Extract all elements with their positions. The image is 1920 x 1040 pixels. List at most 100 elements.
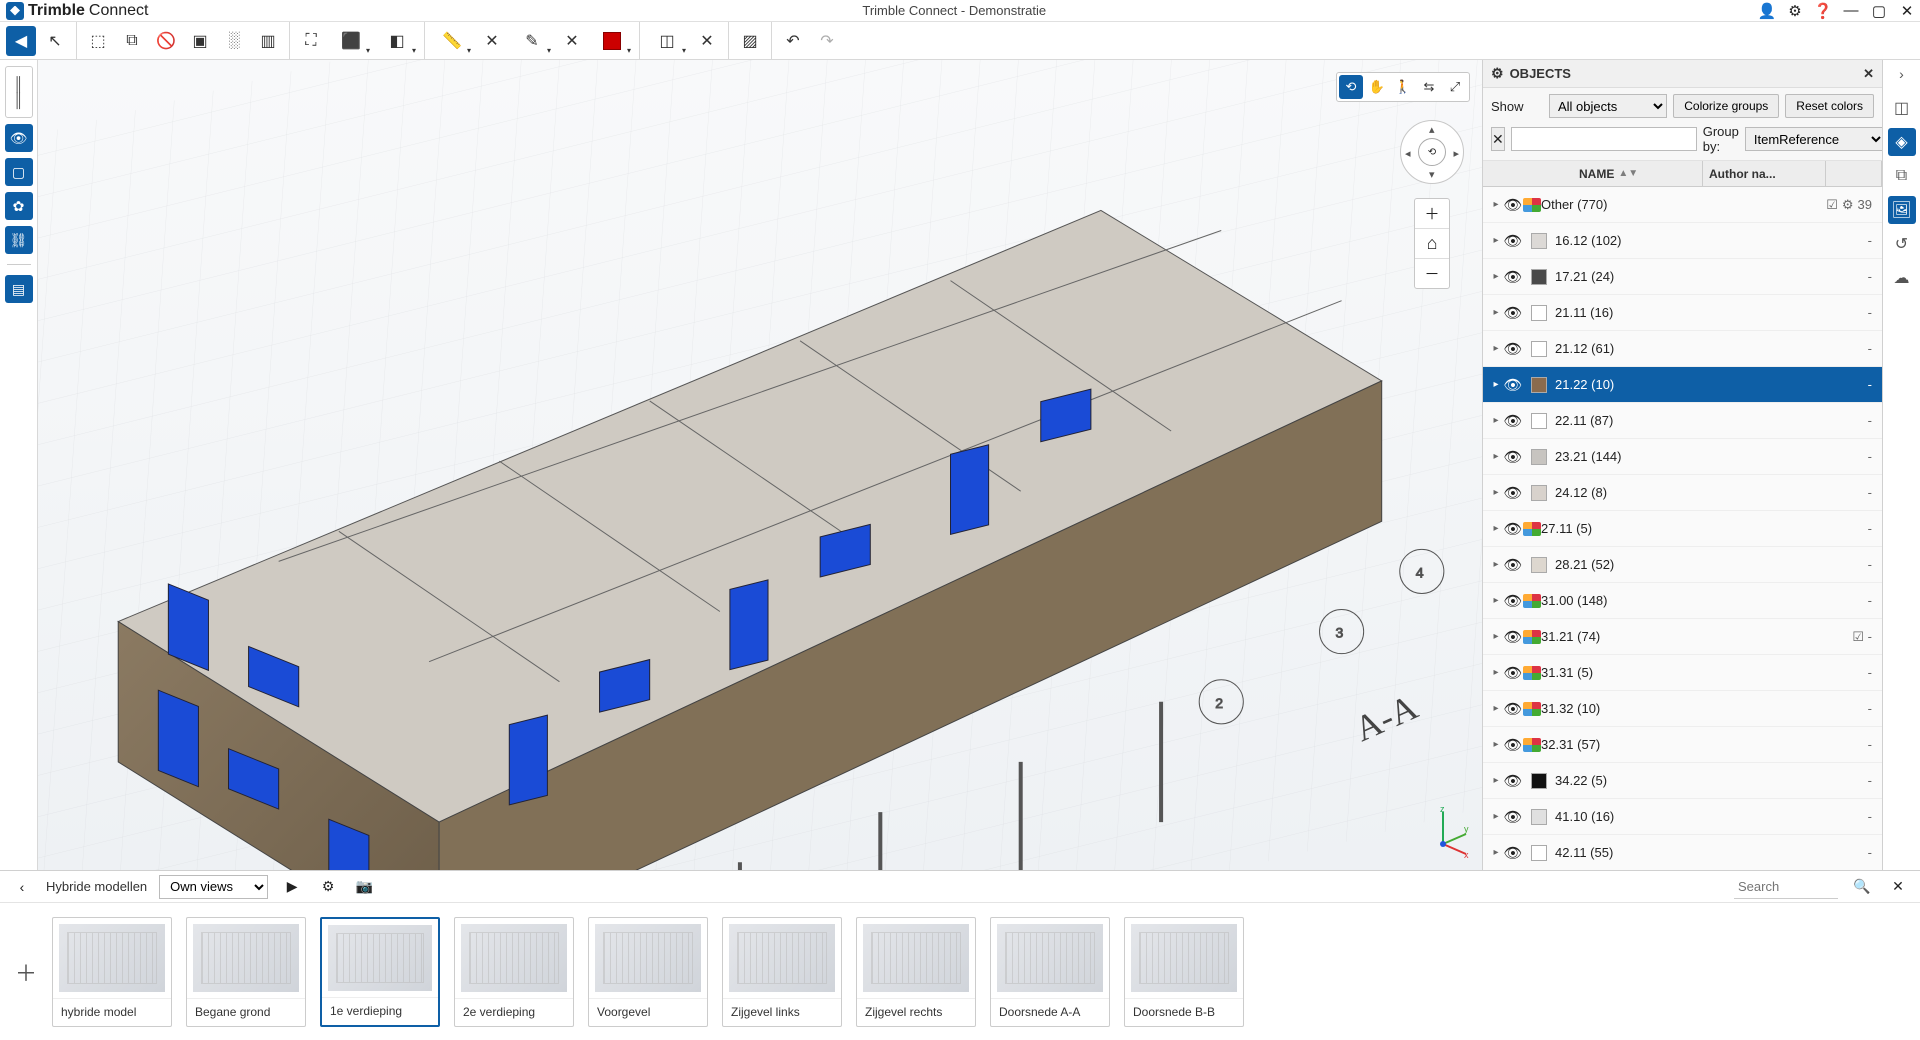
redo-icon[interactable]: ↷	[812, 26, 842, 56]
settings-icon[interactable]: ⚙	[1788, 4, 1802, 18]
object-row[interactable]: ▸👁21.12 (61)-	[1483, 331, 1882, 367]
section-box-icon[interactable]: ⬛▾	[330, 26, 372, 56]
reset-colors-button[interactable]: Reset colors	[1785, 94, 1874, 118]
tab-views-icon[interactable]: 🖼	[1888, 196, 1916, 224]
object-row[interactable]: ▸👁21.11 (16)-	[1483, 295, 1882, 331]
object-row[interactable]: ▸👁21.22 (10)-	[1483, 367, 1882, 403]
add-view-icon[interactable]: ＋	[14, 960, 38, 984]
select-rect-icon[interactable]: ⬚	[83, 26, 113, 56]
view-thumbnail[interactable]: 2e verdieping	[454, 917, 574, 1027]
ghost-icon[interactable]: ░	[219, 26, 249, 56]
fullscreen-icon[interactable]: ⤢	[1443, 75, 1467, 99]
orbit-pad[interactable]: ⟲ ▴ ▾ ◂ ▸	[1400, 120, 1464, 184]
markup-delete-icon[interactable]: ✕	[557, 26, 587, 56]
select-add-icon[interactable]: ⧉	[117, 26, 147, 56]
back-button[interactable]: ◀	[6, 26, 36, 56]
select-arrow[interactable]: ↖	[40, 26, 70, 56]
panel-collapse-icon[interactable]: ›	[1899, 66, 1904, 88]
object-row[interactable]: ▸👁16.12 (102)-	[1483, 223, 1882, 259]
object-row[interactable]: ▸👁23.21 (144)-	[1483, 439, 1882, 475]
3d-viewport[interactable]: 2 3 4 A-A ⟲ ✋ 🚶 ⇆ ⤢ ⟲ ▴ ▾ ◂ ▸ ＋	[38, 60, 1482, 870]
measure-icon[interactable]: 📏▾	[431, 26, 473, 56]
view-thumbnail[interactable]: Doorsnede B-B	[1124, 917, 1244, 1027]
tab-cloud-icon[interactable]: ☁	[1888, 264, 1916, 292]
views-settings-icon[interactable]: ⚙	[316, 875, 340, 899]
views-mode-dropdown[interactable]: Own views	[159, 875, 268, 899]
user-icon[interactable]: 👤	[1760, 4, 1774, 18]
ruler-icon[interactable]: ║║	[5, 66, 33, 118]
document-title: Trimble Connect - Demonstratie	[149, 3, 1761, 18]
views-back-icon[interactable]: ‹	[10, 875, 34, 899]
layers-icon[interactable]: ▤	[5, 275, 33, 303]
visibility-icon[interactable]: 👁	[5, 124, 33, 152]
object-row[interactable]: ▸👁42.11 (55)-	[1483, 835, 1882, 870]
close-icon[interactable]: ✕	[1900, 4, 1914, 18]
col-author[interactable]: Author na...	[1703, 161, 1826, 186]
markup-pen-icon[interactable]: ✎▾	[511, 26, 553, 56]
clear-search-icon[interactable]: ✕	[1491, 127, 1505, 151]
object-row[interactable]: ▸👁17.21 (24)-	[1483, 259, 1882, 295]
link-icon[interactable]: ⛓	[5, 226, 33, 254]
undo-icon[interactable]: ↶	[778, 26, 808, 56]
show-dropdown[interactable]: All objects	[1549, 94, 1667, 118]
object-row[interactable]: ▸👁Other (770)☑⚙39	[1483, 187, 1882, 223]
views-breadcrumb[interactable]: Hybride modellen	[46, 879, 147, 894]
object-row[interactable]: ▸👁32.31 (57)-	[1483, 727, 1882, 763]
camera-icon[interactable]: 📷	[352, 875, 376, 899]
view-thumbnail[interactable]: Doorsnede A-A	[990, 917, 1110, 1027]
model-box-icon[interactable]: ▢	[5, 158, 33, 186]
panel-close-icon[interactable]: ✕	[1863, 66, 1874, 82]
view-cube-icon[interactable]: ◧▾	[376, 26, 418, 56]
object-row[interactable]: ▸👁22.11 (87)-	[1483, 403, 1882, 439]
orbit-icon[interactable]: ⟲	[1339, 75, 1363, 99]
svg-text:z: z	[1440, 804, 1445, 814]
view-thumbnail[interactable]: Zijgevel rechts	[856, 917, 976, 1027]
zoom-in[interactable]: ＋	[1415, 199, 1449, 228]
tab-history-icon[interactable]: ↺	[1888, 230, 1916, 258]
views-search-input[interactable]	[1734, 875, 1838, 899]
col-name[interactable]: NAME▲▼	[1573, 161, 1703, 186]
clip-delete-icon[interactable]: ✕	[692, 26, 722, 56]
view-thumbnail[interactable]: 1e verdieping	[320, 917, 440, 1027]
views-close-icon[interactable]: ✕	[1886, 875, 1910, 899]
walk-icon[interactable]: 🚶	[1391, 75, 1415, 99]
tab-objects-icon[interactable]: ◫	[1888, 94, 1916, 122]
view-thumbnail[interactable]: hybride model	[52, 917, 172, 1027]
axis-gizmo[interactable]: z y x	[1416, 804, 1470, 858]
clash-icon[interactable]: ▨	[735, 26, 765, 56]
clear-selection-icon[interactable]: ▥	[253, 26, 283, 56]
search-icon[interactable]: 🔍	[1850, 875, 1874, 899]
object-row[interactable]: ▸👁41.10 (16)-	[1483, 799, 1882, 835]
play-icon[interactable]: ▶	[280, 875, 304, 899]
tab-properties-icon[interactable]: ◈	[1888, 128, 1916, 156]
minimize-icon[interactable]: —	[1844, 4, 1858, 18]
object-row[interactable]: ▸👁28.21 (52)-	[1483, 547, 1882, 583]
help-icon[interactable]: ❓	[1816, 4, 1830, 18]
tab-layers-icon[interactable]: ⧉	[1888, 162, 1916, 190]
object-row[interactable]: ▸👁34.22 (5)-	[1483, 763, 1882, 799]
search-input[interactable]	[1511, 127, 1697, 151]
clip-plane-icon[interactable]: ◫▾	[646, 26, 688, 56]
zoom-out[interactable]: －	[1415, 259, 1449, 288]
maximize-icon[interactable]: ▢	[1872, 4, 1886, 18]
measure-delete-icon[interactable]: ✕	[477, 26, 507, 56]
groupby-dropdown[interactable]: ItemReference	[1745, 127, 1885, 151]
fit-view-icon[interactable]: ⛶	[296, 26, 326, 56]
object-row[interactable]: ▸👁31.21 (74)☑ -	[1483, 619, 1882, 655]
pan-icon[interactable]: ✋	[1365, 75, 1389, 99]
color-swatch[interactable]: ▾	[591, 26, 633, 56]
settings-gear-icon[interactable]: ✿	[5, 192, 33, 220]
sync-icon[interactable]: ⇆	[1417, 75, 1441, 99]
isolate-icon[interactable]: ▣	[185, 26, 215, 56]
object-row[interactable]: ▸👁31.00 (148)-	[1483, 583, 1882, 619]
object-row[interactable]: ▸👁24.12 (8)-	[1483, 475, 1882, 511]
home-view[interactable]: ⌂	[1415, 228, 1449, 259]
view-thumbnail[interactable]: Zijgevel links	[722, 917, 842, 1027]
colorize-button[interactable]: Colorize groups	[1673, 94, 1779, 118]
view-thumbnail[interactable]: Voorgevel	[588, 917, 708, 1027]
view-thumbnail[interactable]: Begane grond	[186, 917, 306, 1027]
hide-icon[interactable]: 🚫	[151, 26, 181, 56]
object-row[interactable]: ▸👁27.11 (5)-	[1483, 511, 1882, 547]
object-row[interactable]: ▸👁31.31 (5)-	[1483, 655, 1882, 691]
object-row[interactable]: ▸👁31.32 (10)-	[1483, 691, 1882, 727]
